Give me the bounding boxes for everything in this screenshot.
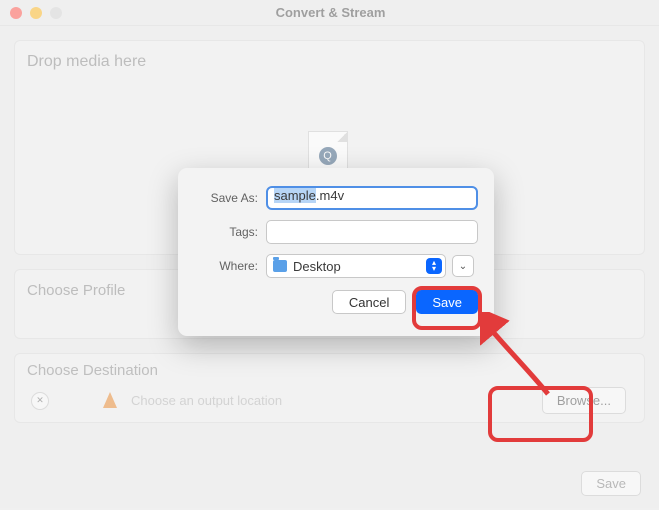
where-value: Desktop: [293, 259, 341, 274]
save-as-label: Save As:: [194, 191, 258, 205]
where-row: Where: Desktop ▴▾ ⌄: [194, 254, 478, 278]
filename-selected-part: sample: [274, 188, 316, 203]
expand-save-dialog-button[interactable]: ⌄: [452, 255, 474, 277]
tags-row: Tags:: [194, 220, 478, 244]
select-updown-icon: ▴▾: [426, 258, 442, 274]
save-sheet: Save As: sample.m4v Tags: Where: Desktop…: [178, 168, 494, 336]
sheet-button-row: Cancel Save: [194, 290, 478, 314]
cancel-button[interactable]: Cancel: [332, 290, 406, 314]
where-select[interactable]: Desktop ▴▾: [266, 254, 446, 278]
save-as-row: Save As: sample.m4v: [194, 186, 478, 210]
save-as-input[interactable]: sample.m4v: [266, 186, 478, 210]
tags-input[interactable]: [266, 220, 478, 244]
save-button[interactable]: Save: [416, 290, 478, 314]
folder-icon: [273, 260, 287, 272]
where-label: Where:: [194, 259, 258, 273]
tags-label: Tags:: [194, 225, 258, 239]
filename-ext: .m4v: [316, 188, 344, 203]
